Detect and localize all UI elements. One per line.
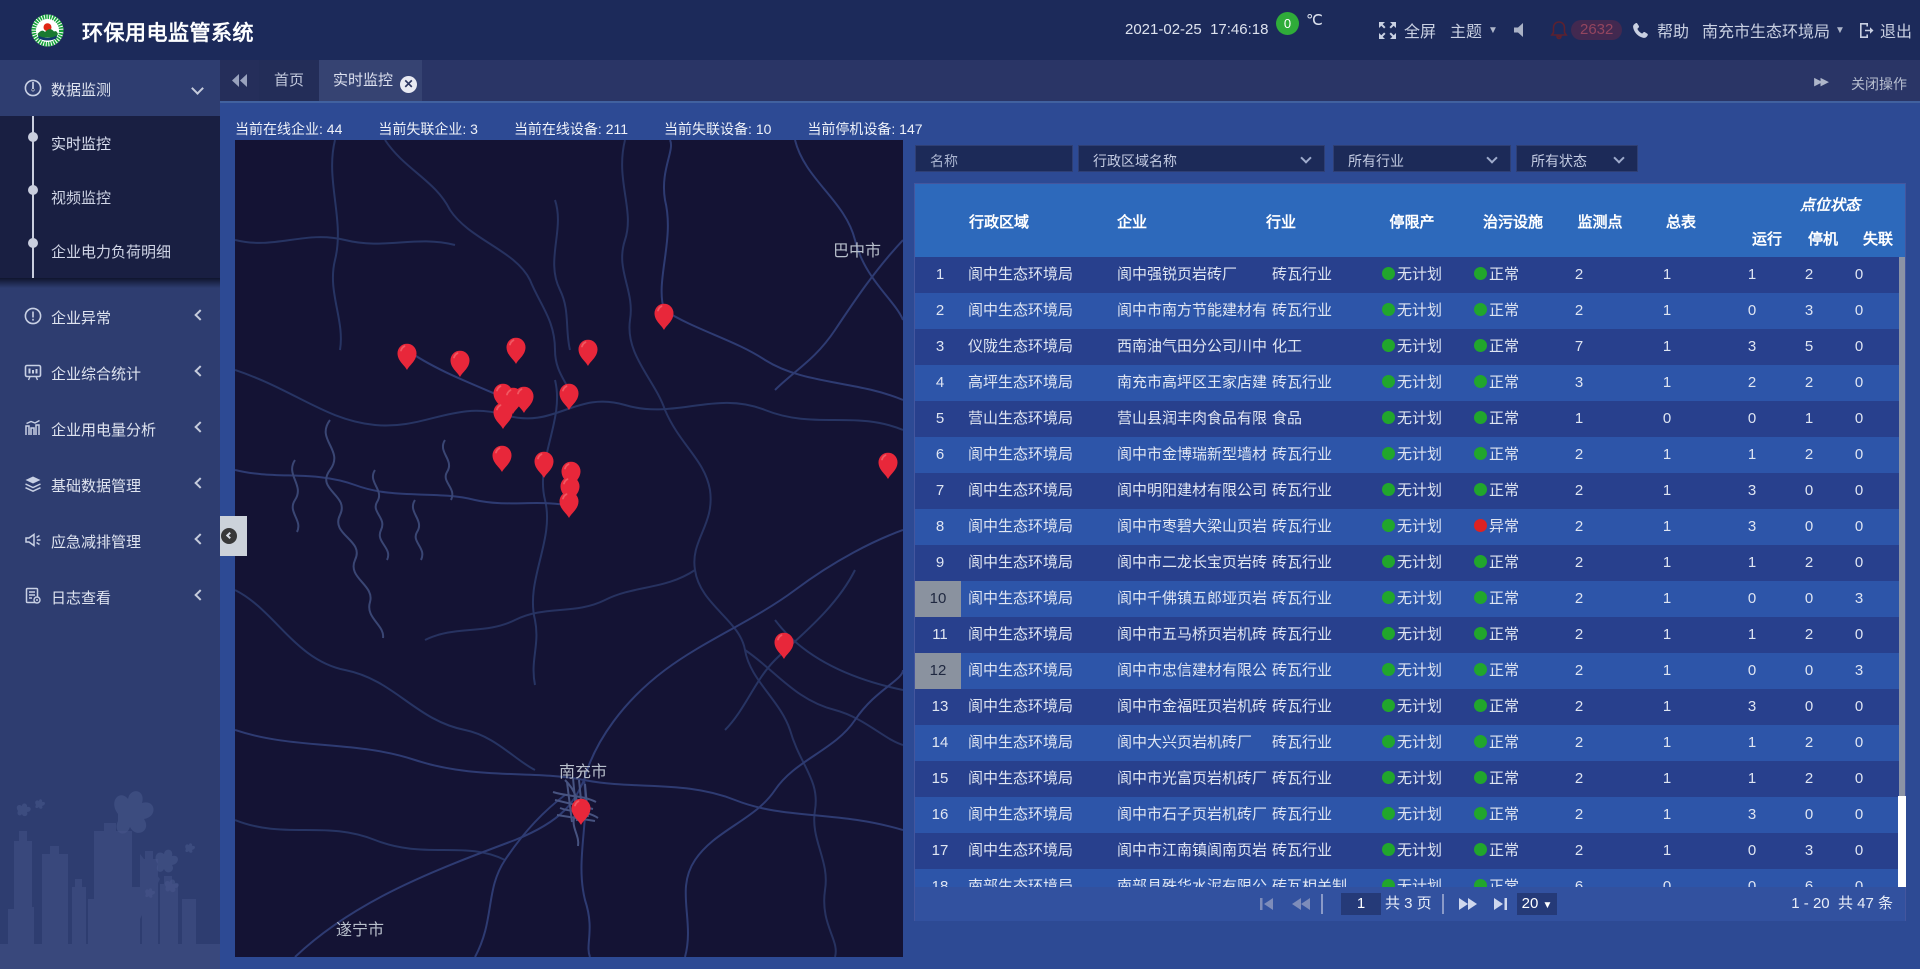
svg-text:巴中市: 巴中市 xyxy=(833,242,881,260)
svg-text:南充市: 南充市 xyxy=(559,763,607,781)
svg-text:遂宁市: 遂宁市 xyxy=(336,921,384,939)
